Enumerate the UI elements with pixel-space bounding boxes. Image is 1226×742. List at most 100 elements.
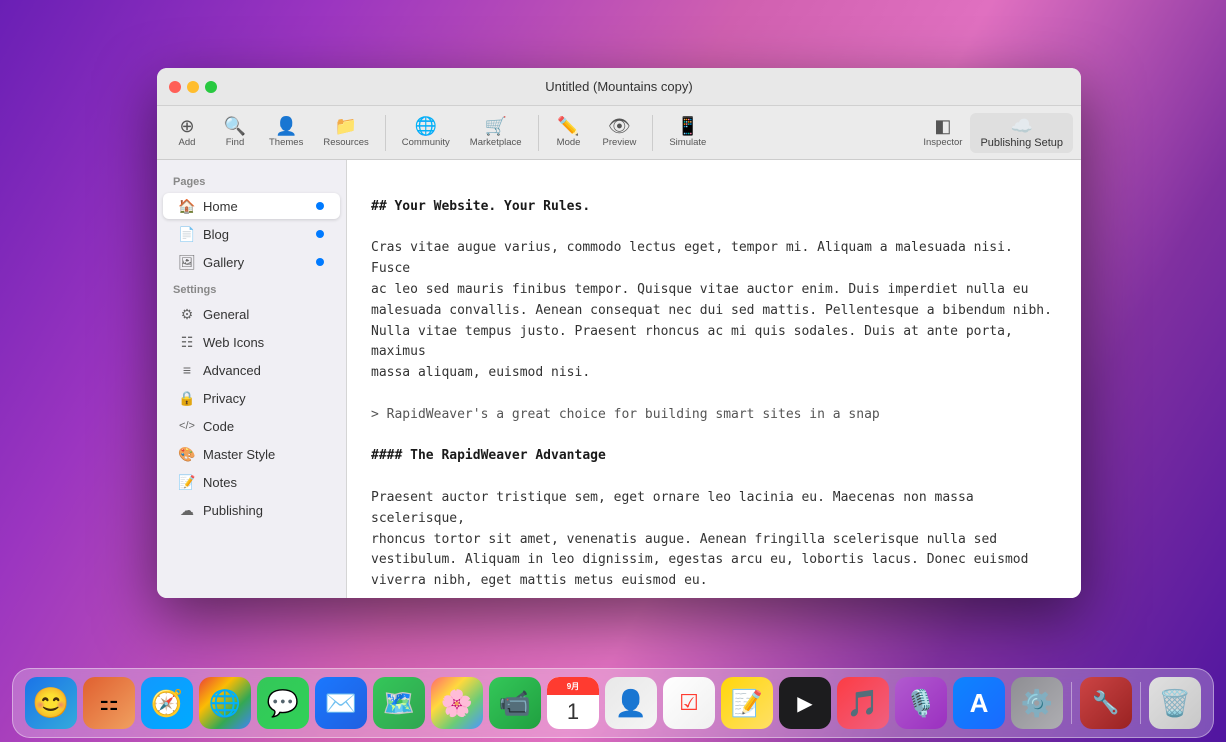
master-style-icon: 🎨 bbox=[179, 446, 195, 462]
advanced-icon: ≡ bbox=[179, 362, 195, 378]
dock-chrome[interactable]: 🌐 bbox=[199, 677, 251, 729]
pages-section-label: Pages bbox=[157, 168, 346, 192]
sidebar-code-label: Code bbox=[203, 419, 324, 434]
dock-safari[interactable]: 🧭 bbox=[141, 677, 193, 729]
dock-finder[interactable]: 😊 bbox=[25, 677, 77, 729]
sidebar-item-web-icons[interactable]: ☷ Web Icons bbox=[163, 329, 340, 355]
editor-para-1: Cras vitae augue varius, commodo lectus … bbox=[371, 240, 1052, 380]
settings-icon: ⚙️ bbox=[1021, 688, 1053, 719]
dock-launchpad[interactable]: ⚏ bbox=[83, 677, 135, 729]
simulate-label: Simulate bbox=[669, 137, 706, 148]
editor-area[interactable]: ## Your Website. Your Rules. Cras vitae … bbox=[347, 160, 1081, 598]
gallery-dot bbox=[316, 258, 324, 266]
sidebar-advanced-label: Advanced bbox=[203, 363, 324, 378]
maximize-button[interactable] bbox=[205, 81, 217, 93]
main-content: Pages 🏠 Home 📄 Blog 🖼 Gallery Settings ⚙ bbox=[157, 160, 1081, 598]
dock-calendar[interactable]: 9月 1 bbox=[547, 677, 599, 729]
close-button[interactable] bbox=[169, 81, 181, 93]
safari-icon: 🧭 bbox=[151, 688, 183, 719]
notes-icon: 📝 bbox=[179, 474, 195, 490]
preview-button[interactable]: 👁 Preview bbox=[595, 113, 645, 152]
themes-button[interactable]: 👤 Themes bbox=[261, 113, 311, 152]
resources-button[interactable]: 📁 Resources bbox=[315, 113, 376, 152]
publishing-setup-label: Publishing Setup bbox=[980, 137, 1063, 149]
sidebar: Pages 🏠 Home 📄 Blog 🖼 Gallery Settings ⚙ bbox=[157, 160, 347, 598]
inspector-label: Inspector bbox=[923, 137, 962, 148]
sidebar-item-advanced[interactable]: ≡ Advanced bbox=[163, 357, 340, 383]
chrome-icon: 🌐 bbox=[209, 688, 241, 719]
contacts-icon: 👤 bbox=[615, 688, 647, 719]
sidebar-item-home[interactable]: 🏠 Home bbox=[163, 193, 340, 219]
dock-music[interactable]: 🎵 bbox=[837, 677, 889, 729]
sidebar-item-master-style[interactable]: 🎨 Master Style bbox=[163, 441, 340, 467]
sidebar-item-publishing[interactable]: ☁ Publishing bbox=[163, 497, 340, 523]
editor-blockquote-1: > RapidWeaver's a great choice for build… bbox=[371, 407, 880, 422]
home-dot bbox=[316, 202, 324, 210]
find-button[interactable]: 🔍 Find bbox=[213, 113, 257, 152]
add-label: Add bbox=[179, 137, 196, 148]
marketplace-button[interactable]: 🛒 Marketplace bbox=[462, 113, 530, 152]
find-icon: 🔍 bbox=[224, 117, 246, 135]
toolbar-right: ◧ Inspector ☁️ Publishing Setup bbox=[915, 113, 1073, 153]
dock-settings[interactable]: ⚙️ bbox=[1011, 677, 1063, 729]
sidebar-master-style-label: Master Style bbox=[203, 447, 324, 462]
marketplace-label: Marketplace bbox=[470, 137, 522, 148]
gallery-icon: 🖼 bbox=[179, 254, 195, 270]
dock-notes[interactable]: 📝 bbox=[721, 677, 773, 729]
dock-podcasts[interactable]: 🎙️ bbox=[895, 677, 947, 729]
sidebar-item-privacy[interactable]: 🔒 Privacy bbox=[163, 385, 340, 411]
photos-icon: 🌸 bbox=[441, 688, 473, 719]
dock-contacts[interactable]: 👤 bbox=[605, 677, 657, 729]
sidebar-notes-label: Notes bbox=[203, 475, 324, 490]
dock-appletv[interactable]: ▶ bbox=[779, 677, 831, 729]
finder-icon: 😊 bbox=[32, 686, 69, 721]
dock-appstore[interactable]: A bbox=[953, 677, 1005, 729]
sidebar-item-notes[interactable]: 📝 Notes bbox=[163, 469, 340, 495]
simulate-button[interactable]: 📱 Simulate bbox=[661, 113, 714, 152]
inspector-icon: ◧ bbox=[934, 117, 951, 135]
dock-separator bbox=[1071, 682, 1072, 724]
dock-photos[interactable]: 🌸 bbox=[431, 677, 483, 729]
dock: 😊 ⚏ 🧭 🌐 💬 ✉️ 🗺️ 🌸 📹 9月 1 👤 ☑ 📝 ▶ bbox=[12, 668, 1214, 738]
titlebar: Untitled (Mountains copy) bbox=[157, 68, 1081, 106]
sidebar-item-code[interactable]: </> Code bbox=[163, 413, 340, 439]
sidebar-item-blog[interactable]: 📄 Blog bbox=[163, 221, 340, 247]
marketplace-icon: 🛒 bbox=[484, 117, 506, 135]
trash-icon: 🗑️ bbox=[1159, 688, 1191, 719]
publishing-setup-button[interactable]: ☁️ Publishing Setup bbox=[970, 113, 1073, 153]
sidebar-gallery-label: Gallery bbox=[203, 255, 316, 270]
dock-trash[interactable]: 🗑️ bbox=[1149, 677, 1201, 729]
minimize-button[interactable] bbox=[187, 81, 199, 93]
preview-label: Preview bbox=[603, 137, 637, 148]
music-icon: 🎵 bbox=[847, 688, 879, 719]
dock-rapidweaver[interactable]: 🔧 bbox=[1080, 677, 1132, 729]
blog-dot bbox=[316, 230, 324, 238]
sidebar-item-general[interactable]: ⚙ General bbox=[163, 301, 340, 327]
messages-icon: 💬 bbox=[267, 688, 299, 719]
dock-maps[interactable]: 🗺️ bbox=[373, 677, 425, 729]
themes-label: Themes bbox=[269, 137, 303, 148]
toolbar-separator-3 bbox=[652, 115, 653, 151]
home-icon: 🏠 bbox=[179, 198, 195, 214]
sidebar-item-gallery[interactable]: 🖼 Gallery bbox=[163, 249, 340, 275]
appstore-icon: A bbox=[970, 688, 989, 719]
reminders-icon: ☑ bbox=[679, 690, 699, 716]
editor-para-2: Praesent auctor tristique sem, eget orna… bbox=[371, 490, 1028, 588]
publishing-setup-icon: ☁️ bbox=[1011, 117, 1033, 135]
dock-separator-2 bbox=[1140, 682, 1141, 724]
inspector-button[interactable]: ◧ Inspector bbox=[915, 113, 970, 152]
dock-messages[interactable]: 💬 bbox=[257, 677, 309, 729]
sidebar-general-label: General bbox=[203, 307, 324, 322]
community-button[interactable]: 🌐 Community bbox=[394, 113, 458, 152]
dock-mail[interactable]: ✉️ bbox=[315, 677, 367, 729]
preview-icon: 👁 bbox=[608, 117, 631, 135]
dock-reminders[interactable]: ☑ bbox=[663, 677, 715, 729]
sidebar-privacy-label: Privacy bbox=[203, 391, 324, 406]
launchpad-icon: ⚏ bbox=[99, 690, 119, 716]
mode-button[interactable]: ✏️ Mode bbox=[547, 113, 591, 152]
add-button[interactable]: ⊕ Add bbox=[165, 113, 209, 152]
dock-facetime[interactable]: 📹 bbox=[489, 677, 541, 729]
editor-h2-1: ## Your Website. Your Rules. bbox=[371, 199, 590, 214]
resources-icon: 📁 bbox=[335, 117, 357, 135]
find-label: Find bbox=[226, 137, 244, 148]
